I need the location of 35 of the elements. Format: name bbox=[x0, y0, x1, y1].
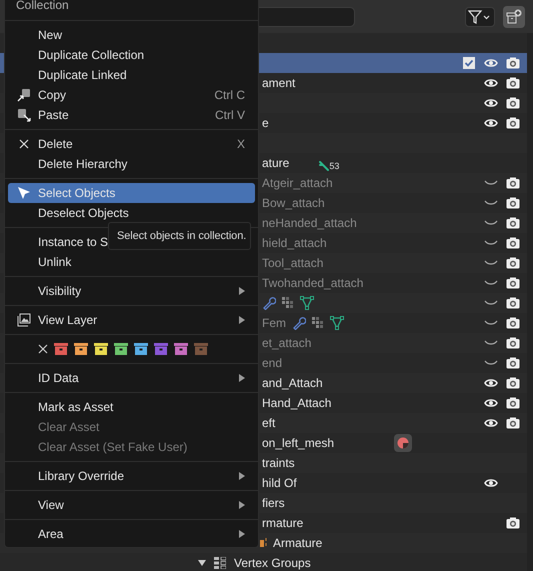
row-label: traints bbox=[262, 456, 295, 470]
menu-item[interactable]: Unlink bbox=[8, 252, 255, 272]
row-label: on_left_mesh bbox=[262, 436, 334, 450]
row-label: hild Of bbox=[262, 476, 297, 490]
row-label: Armature bbox=[273, 536, 322, 550]
menu-item[interactable]: Duplicate Collection bbox=[8, 45, 255, 65]
outliner-row[interactable]: Vertex Groups bbox=[0, 553, 527, 571]
menu-item[interactable]: View bbox=[8, 495, 255, 515]
row-label: Fem bbox=[262, 316, 286, 330]
row-label: neHanded_attach bbox=[262, 216, 357, 230]
row-label: hield_attach bbox=[262, 236, 327, 250]
row-label: et_attach bbox=[262, 336, 312, 350]
row-label: ament bbox=[262, 76, 296, 90]
row-label: rmature bbox=[262, 516, 304, 530]
menu-item[interactable]: Select Objects bbox=[8, 183, 255, 203]
shortcut-label: X bbox=[236, 137, 245, 151]
row-label: e bbox=[262, 116, 269, 130]
row-label: eft bbox=[262, 416, 276, 430]
row-label: Twohanded_attach bbox=[262, 276, 364, 290]
menu-item[interactable]: View Layer bbox=[8, 310, 255, 330]
menu-item[interactable]: New bbox=[8, 25, 255, 45]
row-label: ature bbox=[262, 156, 290, 170]
menu-title: Collection bbox=[15, 0, 70, 14]
bone-count: 53 bbox=[329, 161, 340, 171]
row-label: and_Attach bbox=[262, 376, 323, 390]
row-label: Bow_attach bbox=[262, 196, 325, 210]
row-label: Atgeir_attach bbox=[262, 176, 333, 190]
menu-item[interactable]: Delete X bbox=[8, 134, 255, 154]
row-label: fiers bbox=[262, 496, 285, 510]
tooltip: Select objects in collection. bbox=[108, 222, 252, 250]
row-label: end bbox=[262, 356, 282, 370]
row-label: Vertex Groups bbox=[234, 556, 311, 570]
row-label: Hand_Attach bbox=[262, 396, 332, 410]
row-label: Tool_attach bbox=[262, 256, 324, 270]
menu-item[interactable]: Delete Hierarchy bbox=[8, 154, 255, 174]
